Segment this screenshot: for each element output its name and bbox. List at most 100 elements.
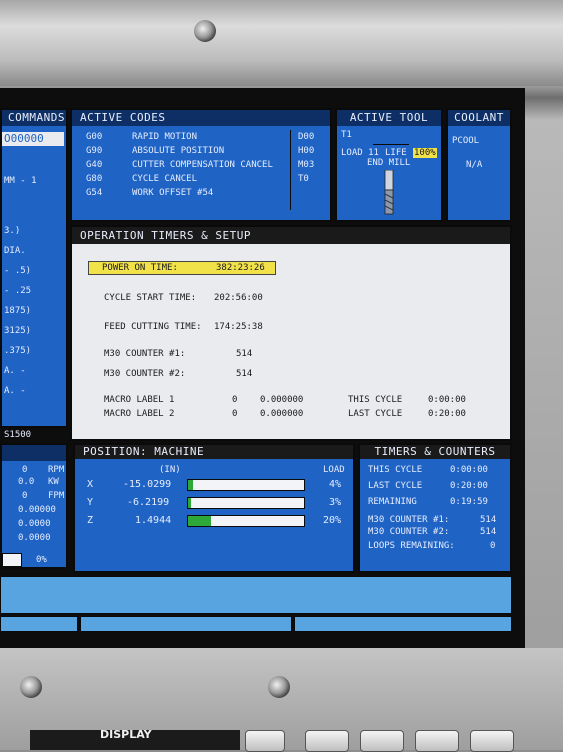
axis-y-value: -6.2199 — [127, 497, 170, 508]
timers-counters-panel: TIMERS & COUNTERS THIS CYCLE 0:00:00 LAS… — [358, 443, 512, 573]
gcode-desc: WORK OFFSET #54 — [132, 188, 214, 198]
axis-y-load: 3% — [329, 497, 342, 508]
spindle-load-bar — [2, 553, 22, 567]
tc-loops-value: 0 — [490, 541, 496, 551]
load-label: LOAD — [323, 465, 345, 475]
gcode: G40 — [86, 160, 103, 170]
operation-title: OPERATION TIMERS & SETUP — [72, 227, 510, 244]
key-button[interactable] — [245, 730, 285, 752]
tcode: T0 — [298, 174, 309, 184]
gcode-desc: ABSOLUTE POSITION — [132, 146, 225, 156]
axis-x-load: 4% — [329, 479, 342, 490]
m30-counter-2-label: M30 COUNTER #2: — [104, 369, 186, 379]
gcode-desc: CUTTER COMPENSATION CANCEL — [132, 160, 273, 170]
key-button[interactable] — [305, 730, 349, 752]
op-this-cycle-value: 0:00:00 — [428, 395, 466, 405]
position-unit-label: (IN) — [159, 465, 181, 475]
key-button[interactable] — [360, 730, 404, 752]
spindle-load-percent: 0% — [36, 555, 47, 565]
command-line: MM - 1 — [4, 176, 37, 186]
tool-divider — [373, 144, 409, 145]
tc-this-cycle-value: 0:00:00 — [450, 465, 488, 475]
coolant-title: COOLANT — [448, 110, 510, 126]
spindle-value: 0.0 — [18, 477, 35, 487]
key-button[interactable] — [470, 730, 514, 752]
tc-m30-counter-2-value: 514 — [480, 527, 497, 537]
axis-z-value: 1.4944 — [135, 515, 172, 526]
program-number: O00000 — [2, 132, 64, 146]
gcode-desc: RAPID MOTION — [132, 132, 198, 142]
coolant-name: PCOOL — [452, 136, 480, 146]
tool-life-label: LIFE — [385, 148, 407, 158]
display-label: DISPLAY — [100, 728, 152, 741]
command-line: DIA. — [4, 246, 26, 256]
axis-z-load-bar — [187, 515, 305, 527]
command-line: 3.) — [4, 226, 21, 236]
m30-counter-2-value: 514 — [236, 369, 253, 379]
key-button[interactable] — [415, 730, 459, 752]
command-line: - .5) — [4, 266, 32, 276]
position-panel: POSITION: MACHINE (IN) LOAD X -15.0299 4… — [73, 443, 355, 573]
tc-loops-label: LOOPS REMAINING: — [368, 541, 455, 551]
m30-counter-1-label: M30 COUNTER #1: — [104, 349, 186, 359]
coolant-panel: COOLANT PCOOL N/A — [446, 108, 512, 222]
tc-last-cycle-value: 0:20:00 — [450, 481, 488, 491]
command-line: A. - — [4, 386, 26, 396]
active-codes-panel: ACTIVE CODES G00 RAPID MOTION D00 G90 AB… — [70, 108, 332, 222]
spindle-unit: RPM — [48, 465, 65, 475]
spindle-value: 0.00000 — [18, 505, 56, 515]
m30-counter-1-value: 514 — [236, 349, 253, 359]
status-tab[interactable] — [0, 616, 78, 632]
active-codes-title: ACTIVE CODES — [72, 110, 330, 126]
gcode: G80 — [86, 174, 103, 184]
spindle-value: 0.0000 — [18, 519, 51, 529]
axis-y-load-fill — [188, 498, 192, 508]
screw-icon — [194, 20, 216, 42]
macro-label-1: MACRO LABEL 1 — [104, 395, 175, 405]
commands-title: COMMANDS — [2, 110, 66, 126]
machine-bezel-top — [0, 0, 563, 86]
spindle-unit: KW — [48, 477, 59, 487]
cycle-start-label: CYCLE START TIME: — [104, 293, 197, 303]
cycle-start-value: 202:56:00 — [214, 293, 263, 303]
timers-title: TIMERS & COUNTERS — [360, 445, 510, 459]
tc-m30-counter-1-value: 514 — [480, 515, 497, 525]
command-line: 1875) — [4, 306, 32, 316]
status-tab[interactable] — [294, 616, 512, 632]
op-last-cycle-value: 0:20:00 — [428, 409, 466, 419]
coolant-value: N/A — [466, 160, 483, 170]
command-line: A. - — [4, 366, 26, 376]
tool-life-value: 100% — [413, 148, 437, 158]
macro-label-1-value: 0.000000 — [260, 395, 304, 405]
axis-y-load-bar — [187, 497, 305, 509]
command-line: - .25 — [4, 286, 32, 296]
gcode-desc: CYCLE CANCEL — [132, 174, 198, 184]
status-tab[interactable] — [80, 616, 292, 632]
spindle-value: 0 — [22, 465, 28, 475]
power-on-label: POWER ON TIME: — [102, 263, 178, 273]
commands-panel: COMMANDS O00000 MM - 1 3.) DIA. - .5) - … — [0, 108, 68, 440]
message-bar — [0, 576, 512, 614]
spindle-unit: FPM — [48, 491, 65, 501]
screw-icon — [20, 676, 42, 698]
spindle-panel: 0 RPM 0.0 KW 0 FPM 0.00000 0.0000 0.0000… — [0, 443, 68, 569]
active-tool-title: ACTIVE TOOL — [337, 110, 441, 126]
spindle-value: 0 — [22, 491, 28, 501]
op-last-cycle-label: LAST CYCLE — [348, 409, 403, 419]
op-this-cycle-label: THIS CYCLE — [348, 395, 403, 405]
command-line: .375) — [4, 346, 32, 356]
tool-load-label: LOAD 11 — [341, 148, 379, 158]
divider — [290, 130, 291, 210]
macro-label-1-num: 0 — [232, 395, 238, 405]
feed-cutting-label: FEED CUTTING TIME: — [104, 322, 202, 332]
screw-icon — [268, 676, 290, 698]
tc-m30-counter-2-label: M30 COUNTER #2: — [368, 527, 450, 537]
axis-y-label: Y — [87, 497, 94, 508]
spindle-title — [2, 445, 66, 461]
spindle-value: 0.0000 — [18, 533, 51, 543]
macro-label-2-value: 0.000000 — [260, 409, 304, 419]
macro-label-2-num: 0 — [232, 409, 238, 419]
axis-x-label: X — [87, 479, 94, 490]
tc-this-cycle-label: THIS CYCLE — [368, 465, 423, 475]
power-on-value: 382:23:26 — [216, 263, 265, 273]
